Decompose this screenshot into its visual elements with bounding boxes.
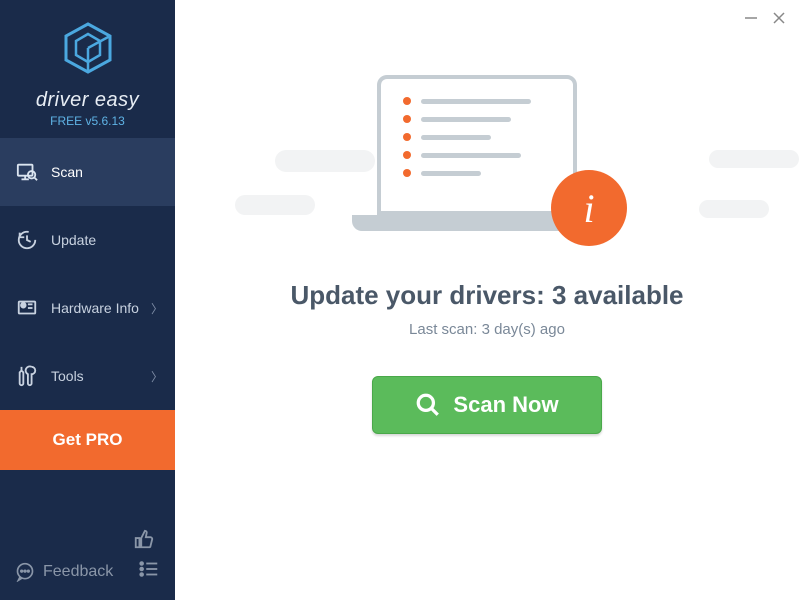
cloud-decoration <box>699 200 769 218</box>
thumbs-up-button[interactable] <box>15 523 160 558</box>
nav: Scan Update Hardware Info 〉 Tools <box>0 138 175 410</box>
main-panel: i Update your drivers: 3 available Last … <box>175 0 799 600</box>
update-icon <box>15 228 39 252</box>
last-scan-text: Last scan: 3 day(s) ago <box>175 321 799 338</box>
tools-icon <box>15 364 39 388</box>
close-button[interactable] <box>769 8 789 28</box>
chevron-right-icon: 〉 <box>151 300 163 317</box>
info-icon: i <box>583 185 594 232</box>
sidebar-item-scan[interactable]: Scan <box>0 138 175 206</box>
get-pro-label: Get PRO <box>53 430 123 449</box>
get-pro-button[interactable]: Get PRO <box>0 410 175 470</box>
feedback-row: Feedback <box>15 558 160 585</box>
sidebar-item-hardware-info[interactable]: Hardware Info 〉 <box>0 274 175 342</box>
feedback-icon <box>15 562 35 582</box>
cloud-decoration <box>235 195 315 215</box>
cloud-decoration <box>709 150 799 168</box>
laptop-screen <box>377 75 577 215</box>
sidebar-item-label: Update <box>51 232 96 248</box>
minimize-button[interactable] <box>741 8 761 28</box>
hardware-info-icon <box>15 296 39 320</box>
minimize-icon <box>744 11 758 25</box>
info-badge: i <box>551 170 627 246</box>
close-icon <box>772 11 786 25</box>
search-icon <box>415 392 441 418</box>
headline: Update your drivers: 3 available <box>175 280 799 311</box>
brand-version: FREE v5.6.13 <box>10 114 165 128</box>
app-window: driver easy FREE v5.6.13 Scan Update <box>0 0 799 600</box>
sidebar-item-label: Hardware Info <box>51 300 139 316</box>
thumbs-up-icon <box>133 528 155 550</box>
sidebar-bottom: Feedback <box>0 513 175 600</box>
sidebar: driver easy FREE v5.6.13 Scan Update <box>0 0 175 600</box>
sidebar-item-update[interactable]: Update <box>0 206 175 274</box>
scan-icon <box>15 160 39 184</box>
chevron-right-icon: 〉 <box>151 368 163 385</box>
sidebar-item-label: Scan <box>51 164 83 180</box>
sidebar-item-label: Tools <box>51 368 84 384</box>
logo-icon <box>60 20 116 76</box>
feedback-button[interactable]: Feedback <box>15 562 113 582</box>
feedback-label: Feedback <box>43 563 113 581</box>
list-toggle-button[interactable] <box>138 558 160 585</box>
list-icon <box>138 558 160 580</box>
scan-now-label: Scan Now <box>453 392 558 418</box>
window-controls <box>741 8 789 28</box>
scan-now-button[interactable]: Scan Now <box>372 376 602 434</box>
logo-box: driver easy FREE v5.6.13 <box>0 0 175 138</box>
spacer <box>0 470 175 513</box>
brand-name: driver easy <box>10 89 165 112</box>
illustration: i <box>347 75 627 260</box>
sidebar-item-tools[interactable]: Tools 〉 <box>0 342 175 410</box>
